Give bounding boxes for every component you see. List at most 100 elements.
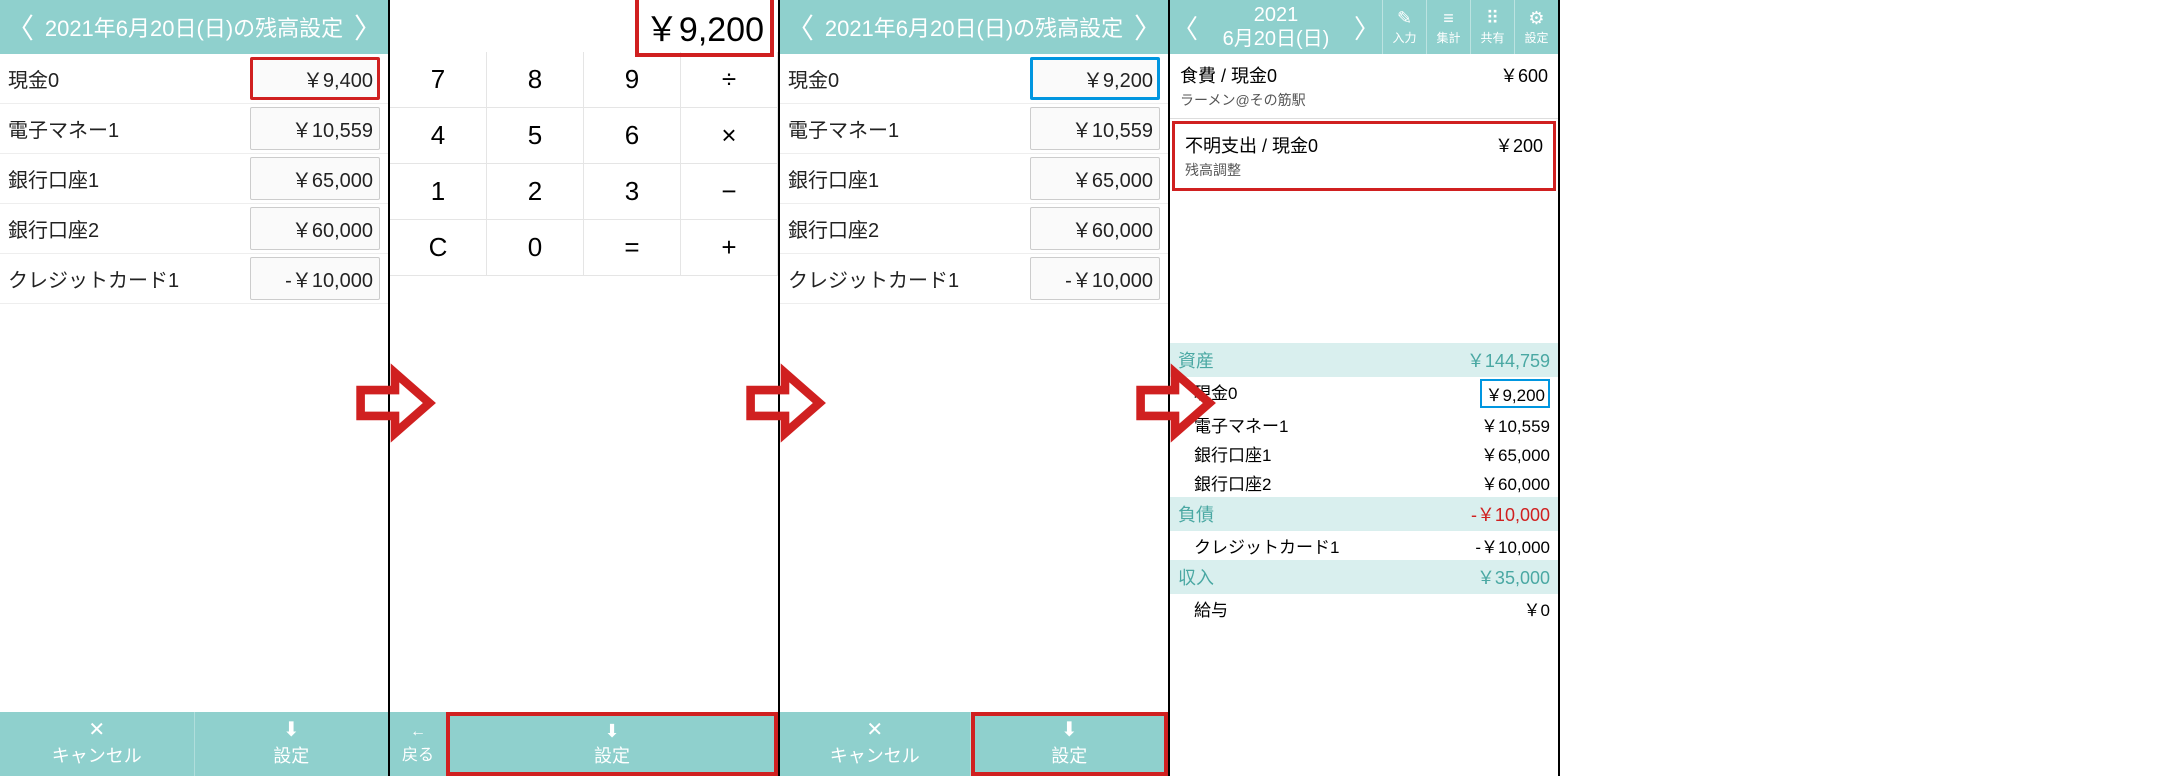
summary-row[interactable]: クレジットカード1-￥10,000 bbox=[1170, 531, 1558, 560]
balance-value-input[interactable]: ￥10,559 bbox=[250, 107, 380, 150]
prev-day-button[interactable]: 〈 bbox=[0, 0, 40, 54]
share-icon: ⠿ bbox=[1486, 8, 1499, 29]
tool-share[interactable]: ⠿共有 bbox=[1470, 0, 1514, 54]
tool-label: 入力 bbox=[1392, 29, 1416, 46]
summary-value: ￥0 bbox=[1524, 596, 1550, 621]
tx-amount: ￥200 bbox=[1495, 132, 1543, 158]
transaction-list: 食費 / 現金0￥600ラーメン@その筋駅不明支出 / 現金0￥200残高調整 bbox=[1170, 54, 1558, 191]
key-C[interactable]: C bbox=[390, 220, 487, 276]
set-button-highlight: ⬇ 設定 bbox=[971, 712, 1169, 776]
settings-icon: ⚙ bbox=[1528, 8, 1544, 29]
balance-row: 銀行口座2￥60,000 bbox=[780, 204, 1168, 254]
panel-day-summary: 〈 2021 6月20日(日) 〉 ✎入力≡集計⠿共有⚙設定 食費 / 現金0￥… bbox=[1170, 0, 1560, 776]
balance-value-input[interactable]: ￥60,000 bbox=[250, 207, 380, 250]
next-day-button[interactable]: 〉 bbox=[1128, 0, 1168, 54]
summary-value: ￥65,000 bbox=[1481, 441, 1550, 466]
transaction-item[interactable]: 不明支出 / 現金0￥200残高調整 bbox=[1172, 121, 1556, 191]
summary-value: ￥10,559 bbox=[1481, 412, 1550, 437]
section-label: 収入 bbox=[1178, 564, 1214, 590]
key-1[interactable]: 1 bbox=[390, 164, 487, 220]
balance-value-input[interactable]: ￥9,400 bbox=[250, 57, 380, 100]
balance-row: クレジットカード1-￥10,000 bbox=[780, 254, 1168, 304]
footer: ← 戻る ⬇ 設定 bbox=[390, 712, 778, 776]
set-button[interactable]: ⬇ 設定 bbox=[450, 716, 774, 772]
balance-value-input[interactable]: ￥9,200 bbox=[1030, 57, 1160, 100]
close-icon: ✕ bbox=[866, 720, 883, 740]
set-button[interactable]: ⬇ 設定 bbox=[195, 712, 389, 776]
cancel-button[interactable]: ✕ キャンセル bbox=[0, 712, 195, 776]
footer: ✕ キャンセル ⬇ 設定 bbox=[780, 712, 1168, 776]
key-3[interactable]: 3 bbox=[584, 164, 681, 220]
tool-summary[interactable]: ≡集計 bbox=[1426, 0, 1470, 54]
tool-label: 集計 bbox=[1436, 29, 1460, 46]
save-icon: ⬇ bbox=[283, 720, 300, 740]
tx-amount: ￥600 bbox=[1500, 62, 1548, 88]
back-icon: ← bbox=[410, 723, 426, 741]
header: 〈 2021 6月20日(日) 〉 ✎入力≡集計⠿共有⚙設定 bbox=[1170, 0, 1558, 54]
balance-label: 銀行口座2 bbox=[788, 214, 1030, 243]
key-8[interactable]: 8 bbox=[487, 52, 584, 108]
tool-label: 共有 bbox=[1480, 29, 1504, 46]
key-4[interactable]: 4 bbox=[390, 108, 487, 164]
key-7[interactable]: 7 bbox=[390, 52, 487, 108]
balance-label: 電子マネー1 bbox=[8, 114, 250, 143]
summary-row[interactable]: 電子マネー1￥10,559 bbox=[1170, 410, 1558, 439]
balance-row: 電子マネー1￥10,559 bbox=[0, 104, 388, 154]
key-+[interactable]: + bbox=[681, 220, 778, 276]
balance-value-input[interactable]: ￥65,000 bbox=[250, 157, 380, 200]
section-label: 負債 bbox=[1178, 501, 1214, 527]
key-6[interactable]: 6 bbox=[584, 108, 681, 164]
tx-category: 不明支出 / 現金0 bbox=[1185, 132, 1318, 158]
balance-row: 現金0￥9,400 bbox=[0, 54, 388, 104]
set-label: 設定 bbox=[1051, 742, 1087, 768]
summary-row[interactable]: 銀行口座2 ￥60,000 bbox=[1170, 468, 1558, 497]
header-year: 2021 bbox=[1200, 3, 1352, 27]
panel-calculator: ￥9,200 789÷ 456× 123− C0=+ ← 戻る ⬇ 設定 bbox=[390, 0, 780, 776]
balance-value-input[interactable]: -￥10,000 bbox=[1030, 257, 1160, 300]
tool-settings[interactable]: ⚙設定 bbox=[1514, 0, 1558, 54]
header-title: 2021年6月20日(日)の残高設定 bbox=[45, 11, 343, 43]
balance-value-input[interactable]: ￥65,000 bbox=[1030, 157, 1160, 200]
key-−[interactable]: − bbox=[681, 164, 778, 220]
next-day-button[interactable]: 〉 bbox=[1352, 9, 1382, 46]
summary-head: 収入￥35,000 bbox=[1170, 560, 1558, 594]
summary-value: ￥60,000 bbox=[1481, 470, 1550, 495]
summary-row[interactable]: 現金0￥9,200 bbox=[1170, 377, 1558, 410]
prev-day-button[interactable]: 〈 bbox=[1170, 9, 1200, 46]
footer: ✕ キャンセル ⬇ 設定 bbox=[0, 712, 388, 776]
balance-row: 現金0￥9,200 bbox=[780, 54, 1168, 104]
cancel-label: キャンセル bbox=[52, 742, 142, 768]
calc-display: ￥9,200 bbox=[390, 0, 778, 52]
key-9[interactable]: 9 bbox=[584, 52, 681, 108]
set-button[interactable]: ⬇ 設定 bbox=[975, 716, 1165, 772]
header: 〈 2021年6月20日(日)の残高設定 〉 bbox=[0, 0, 388, 54]
key-2[interactable]: 2 bbox=[487, 164, 584, 220]
key-=[interactable]: = bbox=[584, 220, 681, 276]
tx-memo: ラーメン@その筋駅 bbox=[1180, 90, 1548, 110]
tool-input[interactable]: ✎入力 bbox=[1382, 0, 1426, 54]
key-5[interactable]: 5 bbox=[487, 108, 584, 164]
balance-value-input[interactable]: ￥60,000 bbox=[1030, 207, 1160, 250]
tx-category: 食費 / 現金0 bbox=[1180, 62, 1277, 88]
section-label: 資産 bbox=[1178, 347, 1214, 373]
summary-row[interactable]: 給与￥0 bbox=[1170, 594, 1558, 623]
summary-label: 銀行口座2 bbox=[1194, 470, 1271, 495]
save-icon: ⬇ bbox=[1061, 720, 1078, 740]
balance-row: 銀行口座2￥60,000 bbox=[0, 204, 388, 254]
cancel-button[interactable]: ✕ キャンセル bbox=[780, 712, 971, 776]
balance-row: 電子マネー1￥10,559 bbox=[780, 104, 1168, 154]
prev-day-button[interactable]: 〈 bbox=[780, 0, 820, 54]
day-content: 食費 / 現金0￥600ラーメン@その筋駅不明支出 / 現金0￥200残高調整 … bbox=[1170, 54, 1558, 776]
back-button[interactable]: ← 戻る bbox=[390, 712, 446, 776]
key-×[interactable]: × bbox=[681, 108, 778, 164]
summary-row[interactable]: 銀行口座1￥65,000 bbox=[1170, 439, 1558, 468]
key-÷[interactable]: ÷ bbox=[681, 52, 778, 108]
toolbar: ✎入力≡集計⠿共有⚙設定 bbox=[1382, 0, 1558, 54]
key-0[interactable]: 0 bbox=[487, 220, 584, 276]
next-day-button[interactable]: 〉 bbox=[348, 0, 388, 54]
balance-label: クレジットカード1 bbox=[788, 264, 1030, 293]
transaction-item[interactable]: 食費 / 現金0 ￥600ラーメン@その筋駅 bbox=[1170, 54, 1558, 119]
balance-value-input[interactable]: ￥10,559 bbox=[1030, 107, 1160, 150]
balance-value-input[interactable]: -￥10,000 bbox=[250, 257, 380, 300]
balance-label: 銀行口座1 bbox=[788, 164, 1030, 193]
